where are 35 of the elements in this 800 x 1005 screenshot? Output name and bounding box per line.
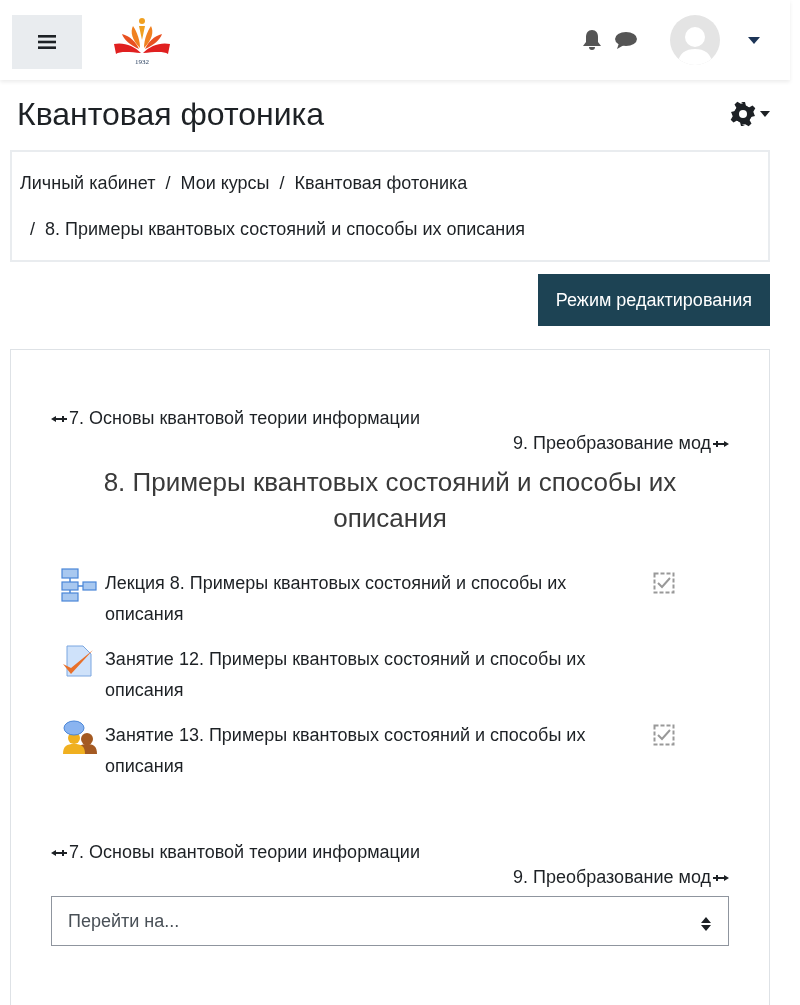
previous-section-link[interactable]: 7. Основы квантовой теории информации — [51, 406, 420, 431]
completion-checkbox[interactable] — [653, 724, 675, 746]
caret-icon[interactable] — [760, 111, 770, 117]
bell-icon[interactable] — [582, 29, 602, 51]
next-section-link[interactable]: 9. Преобразование мод — [512, 431, 729, 456]
breadcrumb-link[interactable]: Мои курсы — [180, 173, 270, 193]
previous-section-link[interactable]: 7. Основы квантовой теории информации — [51, 840, 420, 865]
breadcrumb-separator: / — [30, 219, 35, 239]
menu-icon — [38, 35, 56, 49]
breadcrumb-link[interactable]: Квантовая фотоника — [294, 173, 468, 193]
arrow-right-icon — [713, 439, 729, 448]
arrow-left-icon — [51, 414, 67, 423]
activity-link[interactable]: Лекция 8. Примеры квантовых состояний и способы их описания — [105, 568, 635, 630]
page-title: Квантовая фотоника — [17, 95, 325, 133]
activity-link[interactable]: Занятие 13. Примеры квантовых состояний и способы их описания — [105, 720, 635, 782]
jump-to-select[interactable]: Перейти на... — [51, 896, 729, 946]
arrow-left-icon — [51, 848, 67, 857]
breadcrumb-separator: / — [279, 173, 285, 193]
section-title: 8. Примеры квантовых состояний и способы их описания — [102, 466, 678, 535]
breadcrumb-separator: / — [165, 173, 171, 193]
arrow-right-icon — [713, 873, 729, 882]
chat-bubble-icon[interactable] — [614, 30, 638, 50]
flowchart-icon — [61, 568, 97, 602]
caret-icon[interactable] — [748, 36, 760, 44]
user-silhouette-icon — [678, 25, 712, 65]
menu-button[interactable] — [12, 15, 82, 69]
breadcrumb-link[interactable]: 8. Примеры квантовых состояний и способы их описания — [45, 219, 526, 239]
sort-arrows-icon — [701, 917, 711, 931]
activity-link[interactable]: Занятие 12. Примеры квантовых состояний и способы их описания — [105, 644, 635, 706]
edit-mode-button[interactable]: Режим редактирования — [537, 274, 770, 326]
breadcrumb-link[interactable]: Личный кабинет — [20, 173, 156, 193]
next-section-link[interactable]: 9. Преобразование мод — [512, 865, 729, 890]
people-icon — [61, 720, 97, 754]
gear-icon[interactable] — [730, 101, 756, 127]
completion-checkbox[interactable] — [653, 572, 675, 594]
